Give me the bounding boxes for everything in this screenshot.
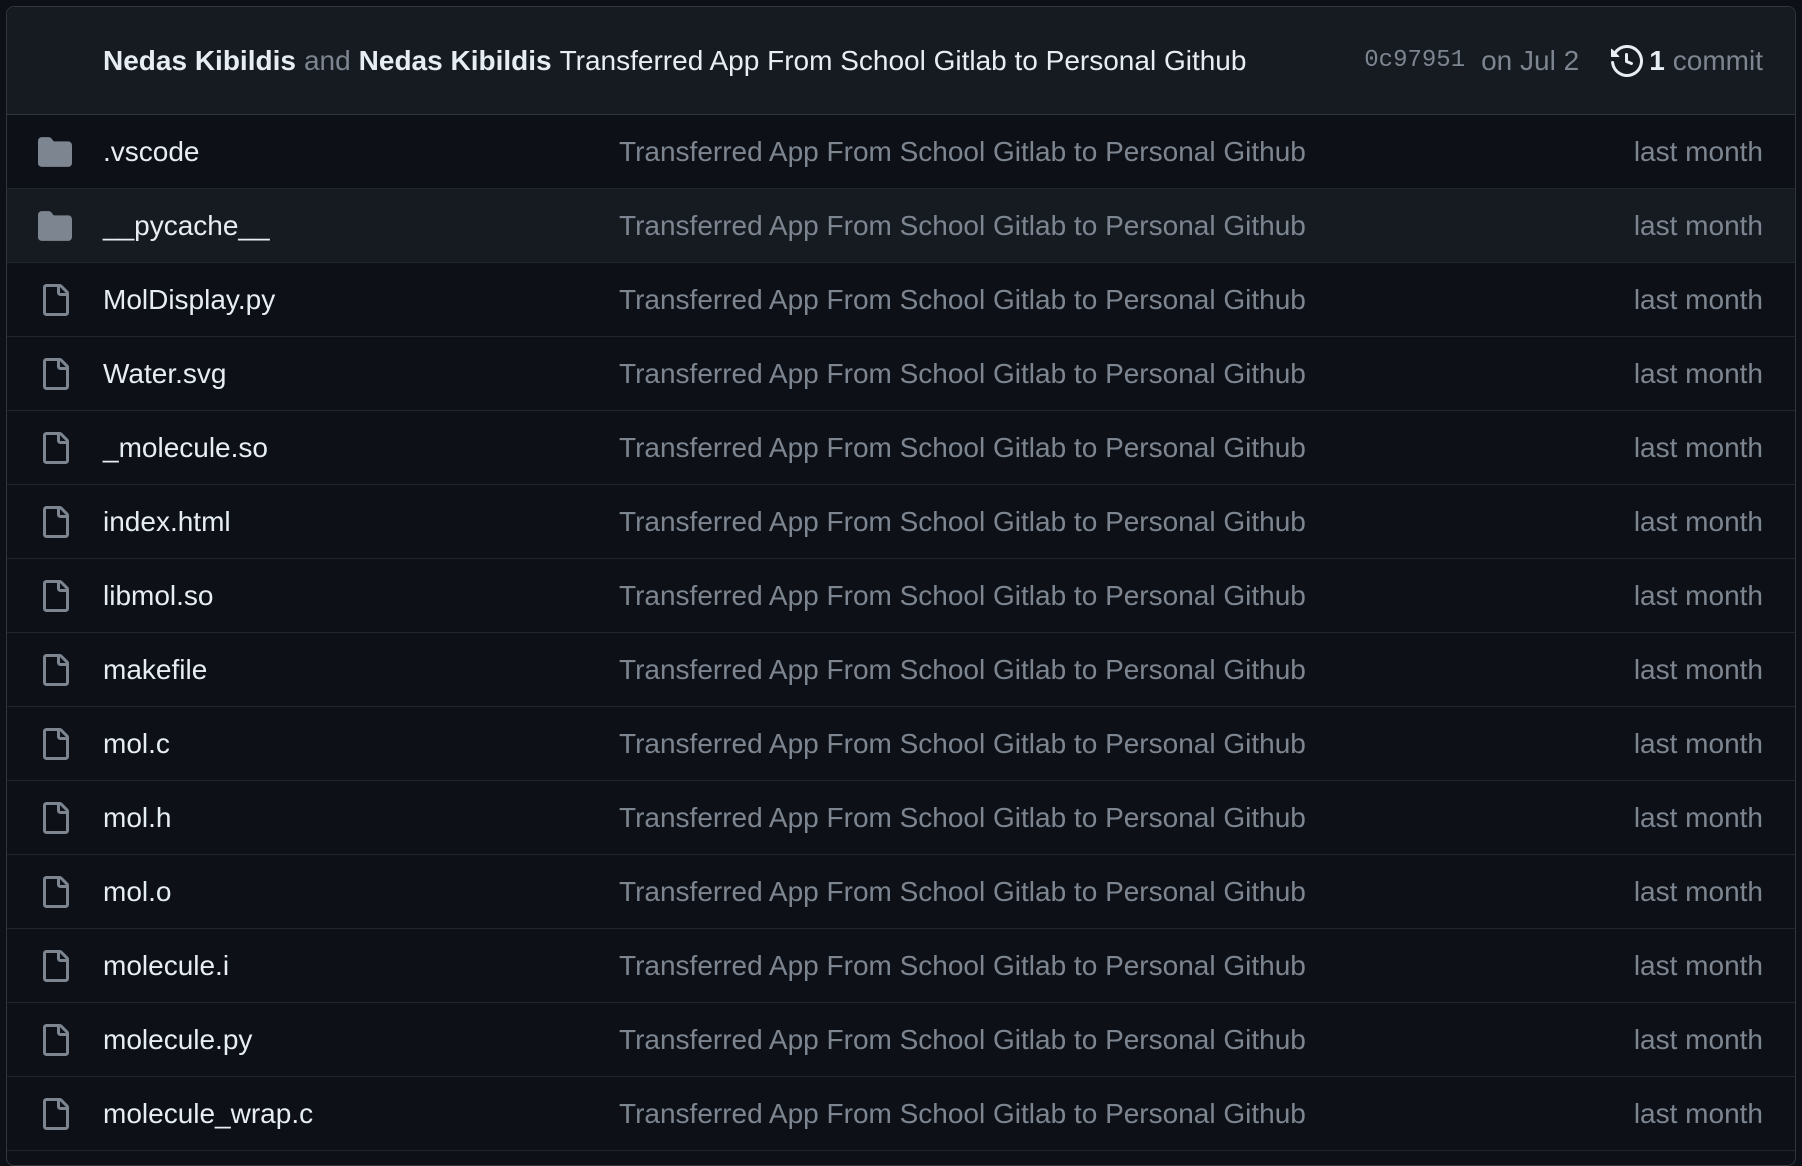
file-icon xyxy=(37,948,73,984)
file-icon xyxy=(37,430,73,466)
file-name-link[interactable]: molecule.py xyxy=(103,1024,252,1056)
file-icon xyxy=(37,800,73,836)
file-icon xyxy=(37,504,73,540)
file-name-link[interactable]: mol.o xyxy=(103,876,171,908)
file-browser-panel: Nedas Kibildis and Nedas Kibildis Transf… xyxy=(6,6,1796,1166)
file-name-link[interactable]: _molecule.so xyxy=(103,432,268,464)
file-icon xyxy=(37,282,73,318)
commit-message-link[interactable]: Transferred App From School Gitlab to Pe… xyxy=(619,136,1306,168)
commit-message-link[interactable]: Transferred App From School Gitlab to Pe… xyxy=(619,210,1306,242)
file-icon xyxy=(37,1096,73,1132)
commit-age: last month xyxy=(1633,949,1763,981)
commit-age: last month xyxy=(1633,209,1763,241)
file-row[interactable]: molecule.py Transferred App From School G… xyxy=(7,1003,1795,1077)
commit-age: last month xyxy=(1633,1097,1763,1129)
commit-age: last month xyxy=(1633,801,1763,833)
file-icon xyxy=(37,652,73,688)
folder-icon xyxy=(37,134,73,170)
file-row[interactable]: __pycache__ Transferred App From School G… xyxy=(7,189,1795,263)
commit-message-link[interactable]: Transferred App From School Gitlab to Pe… xyxy=(619,728,1306,760)
commit-author-link[interactable]: Nedas Kibildis xyxy=(103,45,296,77)
file-name-link[interactable]: Water.svg xyxy=(103,358,226,390)
history-icon xyxy=(1611,44,1649,77)
commit-message-link[interactable]: Transferred App From School Gitlab to Pe… xyxy=(619,876,1306,908)
commit-sha-link[interactable]: 0c97951 xyxy=(1364,47,1465,74)
file-name-link[interactable]: libmol.so xyxy=(103,580,213,612)
file-row[interactable]: _molecule.so Transferred App From School … xyxy=(7,411,1795,485)
commit-meta: 0c97951 on Jul 2 1 commit xyxy=(1364,45,1763,77)
file-name-link[interactable]: molecule_wrap.c xyxy=(103,1098,313,1130)
file-list: .vscode Transferred App From School Gitla… xyxy=(7,115,1795,1151)
file-row[interactable]: Water.svg Transferred App From School Git… xyxy=(7,337,1795,411)
file-name-link[interactable]: makefile xyxy=(103,654,207,686)
commit-age: last month xyxy=(1633,505,1763,537)
file-row[interactable]: libmol.so Transferred App From School Git… xyxy=(7,559,1795,633)
commit-message-link[interactable]: Transferred App From School Gitlab to Pe… xyxy=(619,654,1306,686)
file-icon xyxy=(37,356,73,392)
file-row[interactable]: mol.c Transferred App From School Gitlab … xyxy=(7,707,1795,781)
file-icon xyxy=(37,1022,73,1058)
file-row[interactable]: .vscode Transferred App From School Gitla… xyxy=(7,115,1795,189)
commit-message-link[interactable]: Transferred App From School Gitlab to Pe… xyxy=(619,1098,1306,1130)
commit-age: last month xyxy=(1633,875,1763,907)
file-name-link[interactable]: index.html xyxy=(103,506,231,538)
file-row[interactable]: makefile Transferred App From School Gitl… xyxy=(7,633,1795,707)
file-icon xyxy=(37,874,73,910)
commit-age: last month xyxy=(1633,653,1763,685)
commit-message-link[interactable]: Transferred App From School Gitlab to Pe… xyxy=(619,580,1306,612)
commit-age: last month xyxy=(1633,1023,1763,1055)
commit-coauthor-link[interactable]: Nedas Kibildis xyxy=(359,45,552,77)
file-row[interactable]: MolDisplay.py Transferred App From School… xyxy=(7,263,1795,337)
commit-message-link[interactable]: Transferred App From School Gitlab to Pe… xyxy=(619,284,1306,316)
commit-message-link[interactable]: Transferred App From School Gitlab to Pe… xyxy=(619,802,1306,834)
commit-message-link[interactable]: Transferred App From School Gitlab to Pe… xyxy=(560,45,1247,77)
file-row[interactable]: molecule.i Transferred App From School Gi… xyxy=(7,929,1795,1003)
commit-message-link[interactable]: Transferred App From School Gitlab to Pe… xyxy=(619,506,1306,538)
file-name-link[interactable]: molecule.i xyxy=(103,950,229,982)
commit-summary: Nedas Kibildis and Nedas Kibildis Transf… xyxy=(103,45,1364,77)
commit-age: last month xyxy=(1633,727,1763,759)
file-name-link[interactable]: MolDisplay.py xyxy=(103,284,275,316)
commit-word: commit xyxy=(1672,44,1763,76)
author-connector: and xyxy=(303,44,351,76)
file-row[interactable]: molecule_wrap.c Transferred App From Scho… xyxy=(7,1077,1795,1151)
commit-message-link[interactable]: Transferred App From School Gitlab to Pe… xyxy=(619,950,1306,982)
file-row[interactable]: mol.o Transferred App From School Gitlab … xyxy=(7,855,1795,929)
commit-message-link[interactable]: Transferred App From School Gitlab to Pe… xyxy=(619,432,1306,464)
file-row[interactable]: index.html Transferred App From School Gi… xyxy=(7,485,1795,559)
latest-commit-bar: Nedas Kibildis and Nedas Kibildis Transf… xyxy=(7,7,1795,115)
file-row[interactable]: mol.h Transferred App From School Gitlab … xyxy=(7,781,1795,855)
commit-age: last month xyxy=(1633,357,1763,389)
file-name-link[interactable]: mol.h xyxy=(103,802,171,834)
commit-age: last month xyxy=(1633,579,1763,611)
folder-name-link[interactable]: __pycache__ xyxy=(103,210,270,242)
commit-message-link[interactable]: Transferred App From School Gitlab to Pe… xyxy=(619,1024,1306,1056)
commit-age: last month xyxy=(1633,135,1763,167)
commit-count: 1 xyxy=(1649,44,1665,76)
commit-age: last month xyxy=(1633,283,1763,315)
commit-age: last month xyxy=(1633,431,1763,463)
folder-icon xyxy=(37,208,73,244)
commit-date: on Jul 2 xyxy=(1481,44,1580,76)
file-icon xyxy=(37,726,73,762)
file-name-link[interactable]: mol.c xyxy=(103,728,170,760)
file-icon xyxy=(37,578,73,614)
commit-message-link[interactable]: Transferred App From School Gitlab to Pe… xyxy=(619,358,1306,390)
folder-name-link[interactable]: .vscode xyxy=(103,136,200,168)
commit-history-link[interactable]: 1 commit xyxy=(1611,45,1763,77)
